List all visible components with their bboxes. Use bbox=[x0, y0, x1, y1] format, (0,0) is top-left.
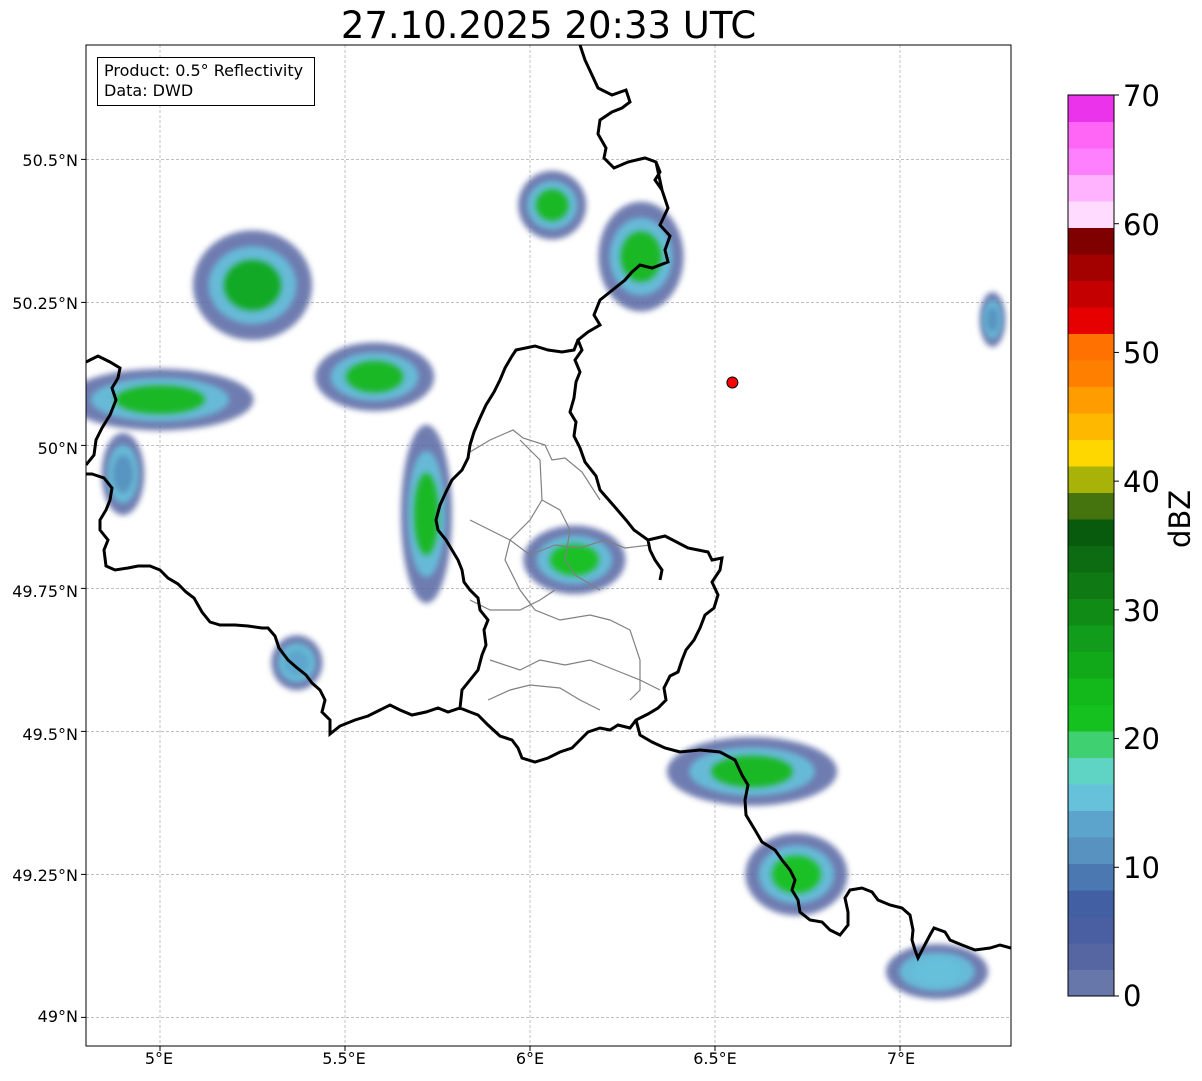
colorbar-swatch bbox=[1068, 969, 1114, 997]
colorbar-unit-label: dBZ bbox=[1163, 489, 1197, 548]
colorbar-swatch bbox=[1068, 227, 1114, 255]
lat-tick-label: 49.5°N bbox=[22, 725, 78, 744]
colorbar-swatch bbox=[1068, 121, 1114, 149]
colorbar-tick-label: 60 bbox=[1123, 208, 1160, 242]
colorbar-swatch bbox=[1068, 280, 1114, 308]
echo-core bbox=[771, 855, 821, 894]
colorbar-swatch bbox=[1068, 704, 1114, 732]
colorbar-swatch bbox=[1068, 492, 1114, 520]
lon-tick-label: 7°E bbox=[886, 1049, 916, 1068]
lon-tick-label: 5.5°E bbox=[322, 1049, 366, 1068]
colorbar-swatch bbox=[1068, 545, 1114, 573]
lat-tick-label: 50.25°N bbox=[12, 294, 78, 313]
colorbar-swatch bbox=[1068, 598, 1114, 626]
echo-core bbox=[620, 231, 662, 282]
colorbar-swatch bbox=[1068, 466, 1114, 493]
lat-tick-label: 49°N bbox=[37, 1007, 78, 1026]
radar-map bbox=[81, 44, 1119, 1051]
colorbar-swatch bbox=[1068, 148, 1114, 175]
lat-tick-label: 50°N bbox=[37, 439, 78, 458]
colorbar-swatch bbox=[1068, 625, 1114, 652]
colorbar-swatch bbox=[1068, 201, 1114, 228]
colorbar-tick-label: 20 bbox=[1123, 722, 1160, 756]
echo-core bbox=[224, 260, 281, 311]
colorbar-swatch bbox=[1068, 519, 1114, 546]
colorbar-tick-label: 70 bbox=[1123, 79, 1160, 113]
product-label: Product: 0.5° Reflectivity bbox=[104, 61, 304, 80]
product-info-box: Product: 0.5° Reflectivity Data: DWD bbox=[97, 57, 315, 106]
colorbar-swatch bbox=[1068, 943, 1114, 970]
colorbar-swatch bbox=[1068, 810, 1114, 838]
colorbar-swatch bbox=[1068, 333, 1114, 361]
echo-core bbox=[711, 755, 793, 788]
colorbar-tick-label: 0 bbox=[1123, 979, 1142, 1013]
colorbar-swatch bbox=[1068, 174, 1114, 202]
echo-core bbox=[112, 455, 134, 493]
echo-core bbox=[414, 473, 439, 555]
colorbar-swatch bbox=[1068, 439, 1114, 467]
lat-tick-label: 49.25°N bbox=[12, 866, 78, 885]
colorbar-swatch bbox=[1068, 731, 1114, 758]
colorbar-swatch bbox=[1068, 95, 1114, 122]
colorbar-swatch bbox=[1068, 307, 1114, 334]
colorbar-tick-label: 10 bbox=[1123, 851, 1160, 885]
colorbar bbox=[1068, 94, 1119, 997]
colorbar-tick-label: 40 bbox=[1123, 465, 1160, 499]
colorbar-swatch bbox=[1068, 890, 1114, 917]
echo-core bbox=[346, 361, 404, 393]
colorbar-swatch bbox=[1068, 678, 1114, 705]
colorbar-swatch bbox=[1068, 784, 1114, 811]
echo-core bbox=[115, 385, 205, 414]
colorbar-swatch bbox=[1068, 837, 1114, 864]
echo-core bbox=[912, 959, 962, 985]
echo-core bbox=[535, 189, 569, 221]
lon-tick-label: 5°E bbox=[144, 1049, 174, 1068]
radar-site-marker bbox=[726, 376, 739, 389]
echo-core bbox=[549, 544, 599, 576]
colorbar-swatch bbox=[1068, 386, 1114, 414]
colorbar-swatch bbox=[1068, 360, 1114, 387]
colorbar-tick-label: 30 bbox=[1123, 594, 1160, 628]
echo-core bbox=[284, 650, 310, 676]
data-source-label: Data: DWD bbox=[104, 81, 194, 100]
colorbar-swatch bbox=[1068, 757, 1114, 785]
colorbar-swatch bbox=[1068, 572, 1114, 599]
lon-tick-label: 6°E bbox=[515, 1049, 545, 1068]
echo-core bbox=[986, 306, 999, 333]
colorbar-swatch bbox=[1068, 863, 1114, 891]
colorbar-swatch bbox=[1068, 916, 1114, 944]
colorbar-tick-label: 50 bbox=[1123, 336, 1160, 370]
lon-tick-label: 6.5°E bbox=[693, 1049, 737, 1068]
lat-tick-label: 50.5°N bbox=[22, 151, 78, 170]
colorbar-swatch bbox=[1068, 651, 1114, 679]
colorbar-swatch bbox=[1068, 254, 1114, 281]
lat-tick-label: 49.75°N bbox=[12, 582, 78, 601]
colorbar-swatch bbox=[1068, 413, 1114, 440]
